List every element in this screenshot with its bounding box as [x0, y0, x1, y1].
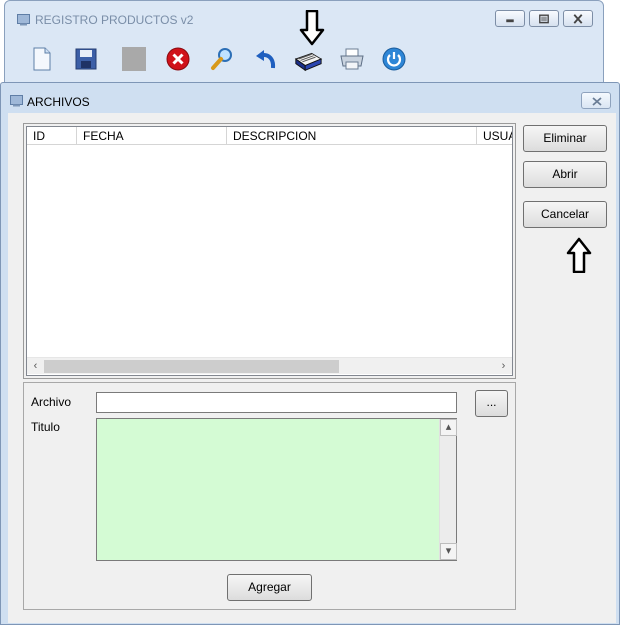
annotation-arrow-down-icon — [299, 10, 325, 46]
scroll-right-icon[interactable]: › — [495, 358, 512, 375]
archivo-label: Archivo — [31, 395, 72, 409]
eliminar-button[interactable]: Eliminar — [523, 125, 607, 152]
save-floppy-icon — [75, 48, 97, 70]
dialog-app-icon — [10, 95, 23, 107]
files-list-hscrollbar[interactable]: ‹ › — [27, 357, 512, 374]
toolbar-search-button[interactable] — [207, 41, 237, 77]
minimize-icon — [506, 19, 514, 23]
files-list[interactable]: ID FECHA DESCRIPCION USUA ‹ › — [26, 126, 513, 376]
delete-red-x-icon — [166, 47, 190, 71]
dialog-close-button[interactable] — [581, 92, 611, 109]
power-icon — [382, 47, 406, 71]
cancelar-button[interactable]: Cancelar — [523, 201, 607, 228]
file-entry-group: Archivo ... Titulo ▴ ▾ Agregar — [23, 382, 516, 610]
new-document-icon — [33, 47, 51, 71]
money-stack-icon — [294, 52, 323, 72]
scroll-up-icon[interactable]: ▴ — [440, 419, 457, 436]
titulo-vscrollbar[interactable]: ▴ ▾ — [439, 419, 457, 560]
restore-icon — [539, 14, 549, 24]
toolbar-new-button[interactable] — [27, 41, 57, 77]
printer-icon — [340, 48, 364, 70]
titulo-textarea[interactable]: ▴ ▾ — [96, 418, 457, 561]
column-header-descripcion[interactable]: DESCRIPCION — [227, 127, 477, 145]
search-magnifier-icon — [211, 48, 232, 70]
titulo-label: Titulo — [31, 420, 60, 434]
close-main-button[interactable] — [563, 10, 593, 27]
scroll-down-icon[interactable]: ▾ — [440, 543, 457, 560]
column-header-usuario[interactable]: USUA — [477, 127, 512, 145]
toolbar-undo-button[interactable] — [251, 41, 281, 77]
close-icon — [573, 14, 583, 24]
browse-button[interactable]: ... — [475, 390, 508, 417]
undo-arrow-icon — [256, 50, 276, 69]
toolbar-disabled-button[interactable] — [119, 41, 149, 77]
toolbar-power-button[interactable] — [379, 41, 409, 77]
disabled-gray-icon — [122, 47, 146, 71]
main-toolbar — [27, 41, 447, 77]
toolbar-archivos-button[interactable] — [293, 41, 323, 77]
toolbar-delete-button[interactable] — [163, 41, 193, 77]
annotation-arrow-up-icon — [566, 237, 592, 273]
archivos-dialog: ARCHIVOS ID FECHA DESCRIPCION USUA ‹ › — [0, 82, 620, 625]
files-list-frame: ID FECHA DESCRIPCION USUA ‹ › — [23, 123, 516, 379]
archivo-input[interactable] — [96, 392, 457, 413]
agregar-button[interactable]: Agregar — [227, 574, 312, 601]
files-list-header: ID FECHA DESCRIPCION USUA — [27, 127, 512, 145]
dialog-title: ARCHIVOS — [27, 95, 90, 109]
main-window-title: REGISTRO PRODUCTOS v2 — [17, 13, 193, 27]
scroll-left-icon[interactable]: ‹ — [27, 358, 44, 375]
minimize-button[interactable] — [495, 10, 525, 27]
restore-button[interactable] — [529, 10, 559, 27]
dialog-client-area: ID FECHA DESCRIPCION USUA ‹ › Eliminar A… — [8, 113, 616, 623]
app-window-icon — [17, 14, 30, 26]
toolbar-save-button[interactable] — [71, 41, 101, 77]
close-icon — [592, 97, 602, 106]
abrir-button[interactable]: Abrir — [523, 161, 607, 188]
main-window-title-text: REGISTRO PRODUCTOS v2 — [35, 13, 194, 27]
toolbar-print-button[interactable] — [337, 41, 367, 77]
column-header-id[interactable]: ID — [27, 127, 77, 145]
scrollbar-thumb[interactable] — [44, 360, 339, 373]
column-header-fecha[interactable]: FECHA — [77, 127, 227, 145]
